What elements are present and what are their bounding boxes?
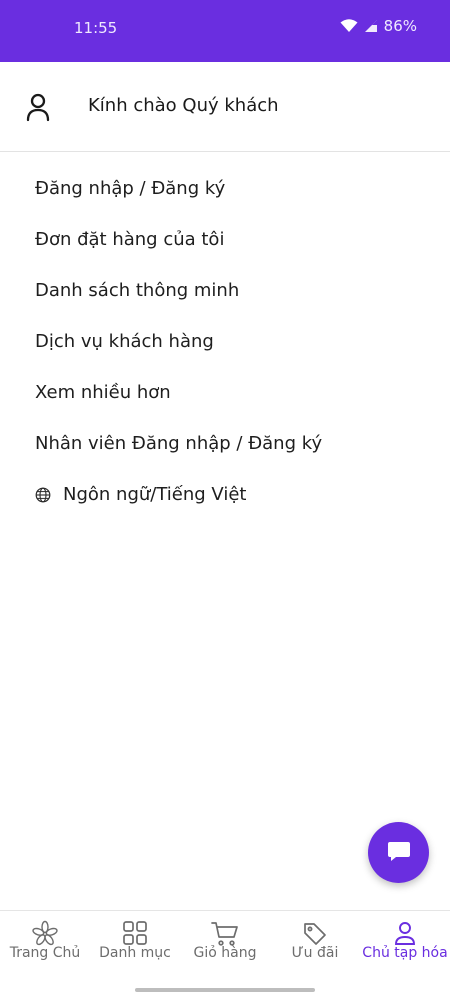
menu-item-label: Đơn đặt hàng của tôi [35,229,225,250]
chat-icon [386,838,412,868]
status-time: 11:55 [74,19,118,37]
menu-item-label: Nhân viên Đăng nhập / Đăng ký [35,433,323,454]
nav-account[interactable]: Chủ tạp hóa [360,911,450,991]
nav-cart[interactable]: Giỏ hàng [180,911,270,991]
menu-item-see-more[interactable]: Xem nhiều hơn [0,367,450,418]
bottom-nav: Trang Chủ Danh mục Giỏ hàng Ưu đãi Chủ t… [0,910,450,1000]
menu-item-my-orders[interactable]: Đơn đặt hàng của tôi [0,214,450,265]
wifi-icon [340,19,358,33]
greeting-header: Kính chào Quý khách [0,62,450,152]
globe-icon [35,487,51,503]
chat-button[interactable] [368,822,429,883]
menu-item-label: Dịch vụ khách hàng [35,331,214,352]
menu-item-customer-service[interactable]: Dịch vụ khách hàng [0,316,450,367]
nav-deals[interactable]: Ưu đãi [270,911,360,991]
nav-home[interactable]: Trang Chủ [0,911,90,991]
nav-label: Danh mục [99,945,171,961]
status-indicators: 86% [340,17,417,35]
menu-item-label: Xem nhiều hơn [35,382,171,403]
menu-item-language[interactable]: Ngôn ngữ/Tiếng Việt [0,469,450,520]
menu-item-login[interactable]: Đăng nhập / Đăng ký [0,163,450,214]
nav-categories[interactable]: Danh mục [90,911,180,991]
nav-label: Trang Chủ [9,945,81,961]
nav-label: Ưu đãi [291,945,339,961]
user-icon [25,93,51,123]
menu-item-label: Đăng nhập / Đăng ký [35,178,226,199]
status-bar: 11:55 86% [0,0,450,62]
home-indicator [135,988,315,992]
battery-level: 86% [383,17,417,35]
menu-item-smart-list[interactable]: Danh sách thông minh [0,265,450,316]
greeting-text: Kính chào Quý khách [88,95,279,116]
menu-item-label: Ngôn ngữ/Tiếng Việt [63,484,247,505]
menu-item-staff-login[interactable]: Nhân viên Đăng nhập / Đăng ký [0,418,450,469]
menu-item-label: Danh sách thông minh [35,280,240,301]
nav-label: Giỏ hàng [193,945,257,961]
nav-label: Chủ tạp hóa [362,945,448,961]
account-menu: Đăng nhập / Đăng ký Đơn đặt hàng của tôi… [0,163,450,520]
signal-icon [364,19,378,33]
